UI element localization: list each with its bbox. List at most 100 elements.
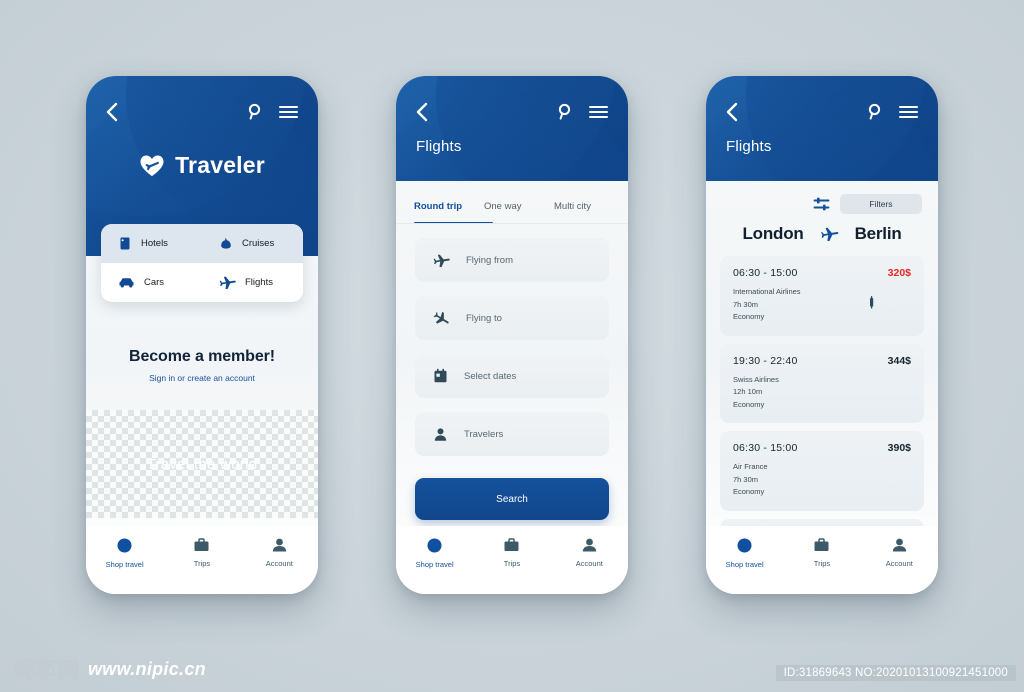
car-icon bbox=[118, 276, 135, 289]
tab-round-trip[interactable]: Round trip bbox=[414, 201, 484, 222]
search-button[interactable]: Search bbox=[415, 478, 609, 520]
brand-lockup: Traveler bbox=[86, 152, 318, 179]
flight-cabin: Economy bbox=[733, 399, 765, 409]
flight-price: 390$ bbox=[887, 442, 911, 454]
luggage-icon bbox=[868, 295, 875, 309]
nav-label: Shop travel bbox=[415, 560, 454, 569]
quick-link-cruises[interactable]: Cruises bbox=[202, 224, 303, 263]
chevron-left-icon[interactable] bbox=[414, 102, 429, 122]
account-icon bbox=[271, 537, 288, 553]
briefcase-icon bbox=[193, 537, 210, 553]
hotel-icon bbox=[118, 236, 132, 251]
hero-caption: Travel the world bbox=[146, 455, 258, 473]
cruise-ship-icon bbox=[219, 236, 233, 251]
search-icon[interactable] bbox=[556, 103, 573, 121]
airplane-arrive-icon bbox=[433, 311, 450, 326]
person-icon bbox=[433, 427, 448, 442]
flights-search-header: Flights bbox=[396, 76, 628, 181]
nav-label: Shop travel bbox=[105, 560, 144, 569]
filters-row: Filters bbox=[706, 181, 938, 214]
phone-screen-flight-search: Flights Round trip One way Multi city Fl… bbox=[396, 76, 628, 594]
flight-time: 06:30 - 15:00 bbox=[733, 442, 798, 454]
nav-label: Trips bbox=[813, 559, 831, 568]
calendar-icon bbox=[433, 368, 448, 384]
hero-image-placeholder: Travel the world bbox=[86, 410, 318, 518]
flight-cabin: Economy bbox=[733, 312, 765, 321]
flight-time: 06:30 - 15:00 bbox=[733, 267, 798, 279]
flight-airline: Air France bbox=[733, 462, 768, 471]
bottom-nav-flight-results: Shop travel Trips Account bbox=[706, 526, 938, 594]
bottom-nav-home: Shop travel Trips Account bbox=[86, 526, 318, 594]
quick-links-card: Hotels Cruises Cars Flights bbox=[101, 224, 303, 302]
flight-airline: Swiss Airlines bbox=[733, 374, 779, 384]
search-icon[interactable] bbox=[246, 103, 263, 121]
heart-plane-logo-icon bbox=[139, 154, 165, 178]
bottom-nav-flight-search: Shop travel Trips Account bbox=[396, 526, 628, 594]
field-flying-from[interactable]: Flying from bbox=[415, 238, 609, 282]
hamburger-menu-icon[interactable] bbox=[899, 105, 918, 119]
tab-multi-city[interactable]: Multi city bbox=[554, 201, 624, 222]
field-select-dates[interactable]: Select dates bbox=[415, 354, 609, 398]
shop-travel-icon bbox=[736, 537, 753, 554]
filters-button[interactable]: Filters bbox=[840, 194, 922, 214]
nav-item-shop-travel[interactable]: Shop travel bbox=[714, 537, 776, 569]
airplane-icon bbox=[820, 226, 839, 242]
quick-link-label: Hotels bbox=[141, 238, 168, 249]
nav-item-account[interactable]: Account bbox=[868, 537, 930, 568]
flight-cabin: Economy bbox=[733, 487, 765, 496]
nav-item-shop-travel[interactable]: Shop travel bbox=[404, 537, 466, 569]
nav-item-account[interactable]: Account bbox=[248, 537, 310, 568]
field-label: Flying from bbox=[466, 254, 513, 266]
flight-time: 19:30 - 22:40 bbox=[733, 354, 798, 367]
flight-results-list: 06:30 - 15:00 320$ International Airline… bbox=[706, 256, 938, 554]
nav-item-trips[interactable]: Trips bbox=[791, 537, 853, 568]
flight-result-card[interactable]: 06:30 - 15:00 320$ International Airline… bbox=[720, 256, 924, 336]
nav-label: Trips bbox=[193, 559, 211, 568]
chevron-left-icon[interactable] bbox=[104, 102, 119, 122]
membership-title: Become a member! bbox=[128, 348, 276, 365]
hamburger-menu-icon[interactable] bbox=[279, 105, 298, 119]
quick-link-flights[interactable]: Flights bbox=[202, 263, 303, 302]
flight-result-card[interactable]: 19:30 - 22:40 344$ Swiss Airlines 12h 10… bbox=[720, 343, 924, 423]
nav-item-shop-travel[interactable]: Shop travel bbox=[94, 537, 156, 569]
quick-link-label: Flights bbox=[245, 277, 273, 288]
membership-promo: Become a member! Sign in or create an ac… bbox=[86, 348, 318, 383]
account-icon bbox=[581, 537, 598, 553]
flight-duration: 7h 30m bbox=[733, 474, 759, 484]
phone-screen-home: Traveler Hotels Cruises Cars Flights Bec… bbox=[86, 76, 318, 594]
brand-name: Traveler bbox=[175, 152, 265, 178]
page-title: Flights bbox=[416, 138, 462, 155]
phone-screen-flight-results: Flights Filters London Berlin 06:30 - 15… bbox=[706, 76, 938, 594]
quick-link-label: Cruises bbox=[242, 238, 275, 249]
sliders-icon[interactable] bbox=[813, 196, 830, 212]
briefcase-icon bbox=[503, 537, 520, 553]
field-flying-to[interactable]: Flying to bbox=[415, 296, 609, 340]
quick-link-hotels[interactable]: Hotels bbox=[101, 224, 202, 263]
nav-item-trips[interactable]: Trips bbox=[171, 537, 233, 568]
quick-link-cars[interactable]: Cars bbox=[101, 263, 202, 302]
hamburger-menu-icon[interactable] bbox=[589, 105, 608, 119]
flight-price: 344$ bbox=[887, 354, 911, 367]
tab-one-way[interactable]: One way bbox=[484, 201, 554, 222]
search-icon[interactable] bbox=[866, 103, 883, 121]
mockup-stage: Traveler Hotels Cruises Cars Flights Bec… bbox=[0, 0, 1024, 692]
nav-label: Account bbox=[265, 559, 293, 568]
shop-travel-icon bbox=[426, 537, 443, 554]
nav-item-account[interactable]: Account bbox=[558, 537, 620, 568]
membership-subtitle[interactable]: Sign in or create an account bbox=[86, 373, 318, 383]
chevron-left-icon[interactable] bbox=[724, 102, 739, 122]
flight-airline: International Airlines bbox=[733, 287, 801, 296]
account-icon bbox=[891, 537, 908, 553]
field-travelers[interactable]: Travelers bbox=[415, 412, 609, 456]
flight-result-card[interactable]: 06:30 - 15:00 390$ Air France 7h 30m Eco… bbox=[720, 431, 924, 511]
field-label: Travelers bbox=[464, 428, 504, 440]
nav-label: Trips bbox=[503, 559, 521, 568]
flight-duration: 7h 30m bbox=[733, 299, 759, 309]
briefcase-icon bbox=[813, 537, 830, 553]
route-origin: London bbox=[742, 224, 804, 243]
tab-divider bbox=[396, 223, 628, 224]
nav-item-trips[interactable]: Trips bbox=[481, 537, 543, 568]
trip-type-tabs: Round trip One way Multi city bbox=[396, 181, 628, 222]
field-label: Flying to bbox=[466, 312, 502, 324]
page-title: Flights bbox=[726, 138, 772, 155]
